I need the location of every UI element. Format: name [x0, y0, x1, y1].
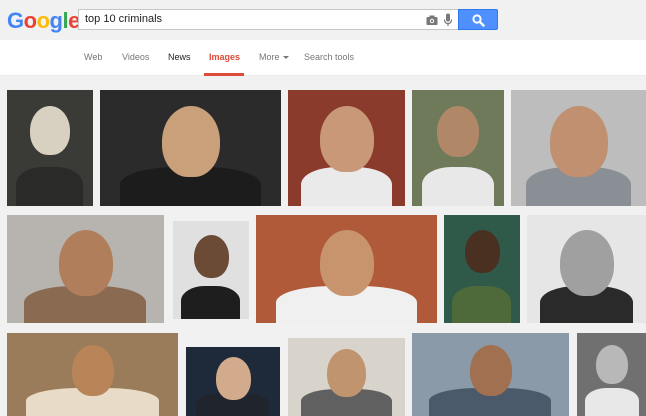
figure-body — [16, 167, 83, 206]
image-results-grid — [0, 76, 646, 416]
tab-more[interactable]: More — [259, 52, 289, 62]
figure-face — [437, 106, 479, 157]
image-result[interactable] — [511, 90, 646, 206]
logo-letter: o — [36, 8, 50, 33]
figure-face — [320, 230, 374, 296]
image-result[interactable] — [7, 215, 164, 323]
figure-body — [585, 388, 639, 416]
figure-face — [194, 235, 229, 278]
figure-face — [162, 106, 220, 177]
figure-face — [59, 230, 113, 296]
figure-face — [216, 357, 251, 400]
logo-letter: o — [23, 8, 37, 33]
figure-face — [465, 230, 500, 273]
image-result[interactable] — [100, 90, 281, 206]
figure-body — [301, 167, 392, 206]
figure-face — [30, 106, 70, 155]
google-logo[interactable]: Google — [7, 8, 80, 34]
image-result[interactable] — [527, 215, 646, 323]
image-result[interactable] — [412, 90, 504, 206]
tab-more-label: More — [259, 52, 280, 62]
microphone-icon[interactable] — [443, 13, 453, 27]
search-tabs: Web Videos News Images More Search tools — [0, 40, 646, 76]
magnifier-icon — [472, 14, 485, 27]
figure-face — [596, 345, 628, 384]
tab-web[interactable]: Web — [84, 52, 102, 62]
tab-images[interactable]: Images — [209, 52, 240, 62]
figure-face — [327, 349, 366, 397]
image-result[interactable] — [7, 90, 93, 206]
figure-face — [470, 345, 512, 396]
logo-letter: g — [49, 8, 63, 33]
logo-letter: G — [7, 8, 24, 33]
figure-body — [181, 286, 240, 319]
image-result[interactable] — [444, 215, 520, 323]
image-result[interactable] — [7, 333, 178, 416]
search-query-text[interactable]: top 10 criminals — [85, 13, 162, 25]
figure-body — [452, 286, 511, 323]
image-result[interactable] — [288, 338, 405, 416]
image-result[interactable] — [412, 333, 569, 416]
image-result[interactable] — [288, 90, 405, 206]
tab-news[interactable]: News — [168, 52, 191, 62]
figure-face — [320, 106, 374, 172]
figure-face — [560, 230, 614, 296]
image-result[interactable] — [577, 333, 646, 416]
image-result[interactable] — [173, 221, 249, 319]
tab-videos[interactable]: Videos — [122, 52, 149, 62]
figure-body — [422, 167, 494, 206]
search-input[interactable]: top 10 criminals — [78, 9, 458, 30]
image-result[interactable] — [256, 215, 437, 323]
camera-icon[interactable] — [426, 14, 438, 26]
figure-face — [550, 106, 608, 177]
figure-face — [72, 345, 114, 396]
header-bar: Google top 10 criminals — [0, 0, 646, 40]
tab-search-tools[interactable]: Search tools — [304, 52, 354, 62]
chevron-down-icon — [282, 56, 289, 59]
image-result[interactable] — [186, 347, 280, 416]
search-button[interactable] — [458, 9, 498, 30]
